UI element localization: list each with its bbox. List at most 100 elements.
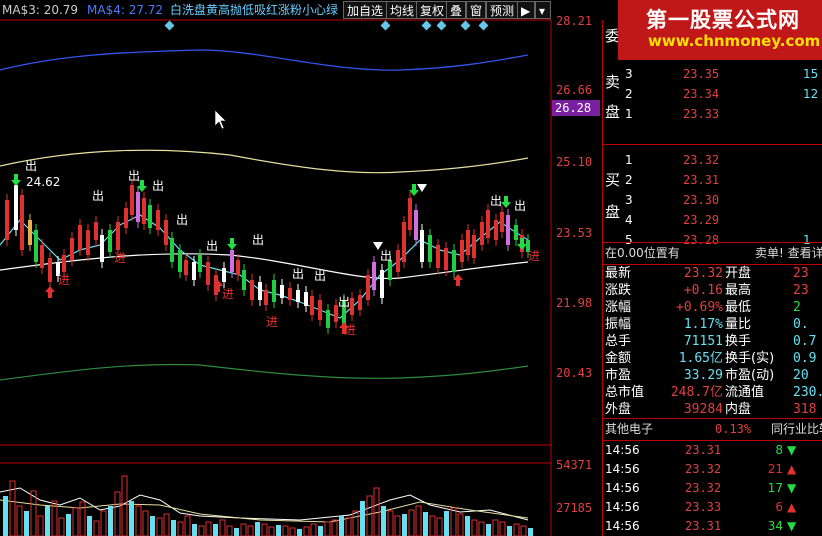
buy-price[interactable]: 23.31 (683, 170, 743, 191)
volume-bar (387, 510, 394, 536)
sell-signal-label: 出 (490, 194, 502, 208)
volume-bar (171, 520, 176, 536)
quote-key: 开盘 (725, 266, 752, 281)
sector-compare-link[interactable]: 同行业比较 (771, 419, 822, 440)
volume-bar (402, 514, 407, 536)
sell-level: 3 (625, 67, 633, 81)
volume-bar (324, 521, 331, 536)
sell-signal-label: 出 (206, 239, 218, 253)
buy-price[interactable]: 23.29 (683, 210, 743, 231)
volume-bar (339, 516, 344, 536)
volume-bar (30, 490, 37, 536)
buy-label: 盘 (605, 203, 621, 221)
status-right[interactable]: 卖单! 查看详 (755, 243, 822, 264)
buy-arrow-icon (45, 286, 55, 298)
volume-bar (436, 517, 443, 536)
buy-level: 2 (625, 173, 633, 187)
up-arrow-icon: ▲ (787, 462, 797, 476)
volume-bar (381, 506, 386, 536)
tick-price: 23.32 (685, 481, 722, 495)
volume-bar (486, 524, 491, 536)
volume-bar (255, 522, 260, 536)
volume-bar (471, 519, 478, 536)
volume-bar (415, 505, 422, 536)
sell-level: 2 (625, 87, 633, 101)
quote-value: 23 (793, 283, 809, 298)
volume-bar (87, 516, 92, 536)
volume-bar (513, 523, 520, 536)
sell-arrow-icon (517, 238, 527, 250)
sell-signal-label: 出 (514, 199, 526, 213)
quote-value: 71151 (683, 334, 723, 349)
site-watermark: 第一股票公式网 www.chnmoney.com (618, 0, 822, 60)
volume-bar (528, 528, 533, 536)
volume-bar (129, 501, 134, 536)
volume-bar (303, 526, 310, 536)
upper-band-line (0, 49, 529, 71)
tick-volume: 21 (767, 462, 783, 476)
quote-value: 230.9 (793, 385, 822, 400)
sell-price[interactable]: 23.34 (683, 84, 743, 105)
volume-bar (177, 521, 184, 536)
tick-time: 14:56 (605, 462, 640, 476)
volume-axis-label: 27185 (556, 501, 593, 515)
volume-bar (16, 505, 23, 536)
volume-bar (142, 510, 149, 536)
quote-key: 量比 (725, 317, 752, 332)
volume-bar (24, 511, 29, 536)
volume-bar (45, 506, 50, 536)
sell-signal-label: 出 (128, 169, 140, 183)
tick-volume: 17 (767, 481, 783, 495)
buy-price[interactable]: 23.30 (683, 190, 743, 211)
sell-signal-label: 出 (314, 269, 326, 283)
sector-name[interactable]: 其他电子 (605, 419, 695, 440)
volume-bar (192, 524, 197, 536)
quote-key: 涨幅 (605, 300, 632, 315)
quote-value: 1.17% (683, 317, 723, 332)
quote-key: 总手 (605, 334, 632, 349)
sell-volume: 15 (803, 67, 819, 81)
quote-key: 内盘 (725, 402, 752, 417)
kline-chart[interactable]: 24.62 出出出出出出 出出 出出出出 出进进进进进进 (0, 0, 552, 536)
volume-bar (282, 525, 289, 536)
quote-value: 318 (793, 402, 817, 417)
volume-bar (72, 507, 79, 536)
down-arrow-icon: ▼ (787, 481, 797, 495)
volume-bar (198, 525, 205, 536)
volume-bar (226, 525, 233, 536)
quote-key: 涨跌 (605, 283, 632, 298)
current-price-tag: 26.28 (552, 100, 600, 116)
volume-bar (492, 519, 499, 536)
quote-key: 最高 (725, 283, 752, 298)
volume-bar (234, 528, 239, 536)
sell-price[interactable]: 23.33 (683, 104, 743, 125)
sell-price[interactable]: 23.35 (683, 64, 743, 85)
buy-price[interactable]: 23.32 (683, 150, 743, 171)
sell-level: 1 (625, 107, 633, 121)
buy-signal-label: 进 (58, 273, 70, 287)
mouse-cursor-icon (214, 109, 227, 130)
buy-level: 3 (625, 193, 633, 207)
quote-value: 0.7 (793, 334, 817, 349)
volume-bar (100, 510, 107, 536)
quote-key: 最新 (605, 266, 632, 281)
high-line (0, 149, 529, 174)
tick-volume: 8 (775, 443, 783, 457)
volume-bar (310, 523, 317, 536)
axis-label: 21.98 (556, 296, 593, 310)
buy-label: 买 (605, 171, 621, 189)
tick-price: 23.31 (685, 519, 722, 533)
quote-key: 市盈 (605, 368, 632, 383)
quote-value: 20 (793, 368, 809, 383)
tick-price: 23.33 (685, 500, 722, 514)
stock-terminal: MA$3: 20.79 MA$4: 27.72 白洗盘黄高抛低吸红涨粉小心绿 加… (0, 0, 822, 536)
sell-signal-label: 出 (25, 159, 37, 173)
sell-signal-label: 出 (176, 213, 188, 227)
buy-signal-label: 进 (528, 249, 540, 263)
tick-price: 23.31 (685, 443, 722, 457)
volume-bar (345, 517, 352, 536)
axis-label: 20.43 (556, 366, 593, 380)
buy-signal-label: 进 (114, 251, 126, 265)
tick-time: 14:56 (605, 481, 640, 495)
quote-value: 248.7亿 (670, 385, 723, 400)
